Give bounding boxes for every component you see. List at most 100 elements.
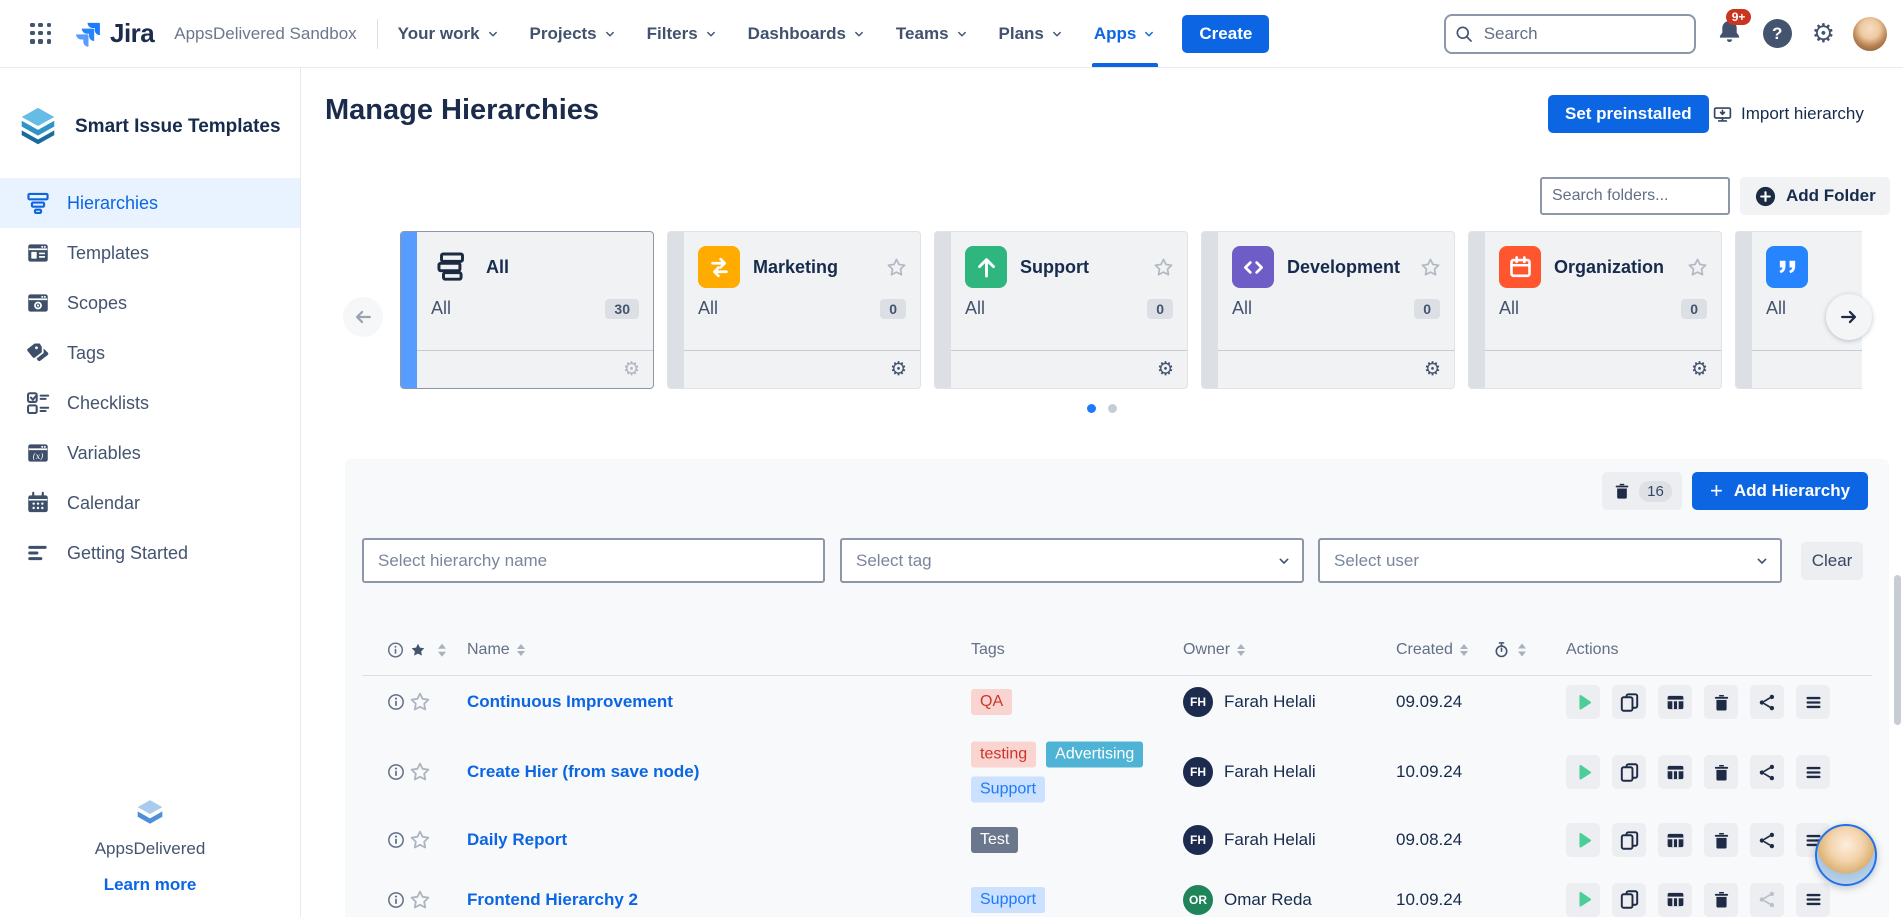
folder-card-marketing[interactable]: MarketingAll0⚙ — [667, 231, 921, 389]
favorite-star-icon[interactable] — [885, 256, 908, 279]
favorite-sort[interactable] — [431, 644, 446, 657]
nav-item-projects[interactable]: Projects — [530, 0, 617, 67]
folder-settings-icon[interactable]: ⚙ — [1424, 358, 1441, 381]
created-date: 09.08.24 — [1396, 830, 1462, 850]
run-button[interactable] — [1566, 685, 1600, 719]
settings-button[interactable]: ⚙ — [1812, 20, 1835, 47]
card-stripe — [1736, 232, 1752, 388]
clear-filters-button[interactable]: Clear — [1801, 542, 1863, 580]
folder-card-all[interactable]: AllAll30⚙ — [400, 231, 654, 389]
nav-item-apps[interactable]: Apps — [1094, 0, 1157, 67]
info-icon[interactable] — [386, 692, 406, 712]
delete-button[interactable] — [1704, 883, 1738, 917]
tag-select[interactable] — [840, 538, 1304, 583]
nav-item-plans[interactable]: Plans — [999, 0, 1064, 67]
favorite-star-icon[interactable] — [1419, 256, 1442, 279]
app-switcher-icon[interactable] — [30, 23, 52, 45]
folder-settings-icon[interactable]: ⚙ — [890, 358, 907, 381]
favorite-column-icon[interactable] — [409, 641, 427, 659]
table-button[interactable] — [1658, 883, 1692, 917]
hierarchy-name-link[interactable]: Daily Report — [467, 830, 567, 850]
carousel-next-button[interactable] — [1826, 294, 1872, 340]
add-folder-button[interactable]: Add Folder — [1740, 177, 1890, 215]
nav-item-your-work[interactable]: Your work — [398, 0, 500, 67]
column-owner[interactable]: Owner — [1183, 641, 1245, 659]
delete-button[interactable] — [1704, 755, 1738, 789]
search-input[interactable] — [1444, 14, 1696, 54]
delete-button[interactable] — [1704, 823, 1738, 857]
run-button[interactable] — [1566, 755, 1600, 789]
sidebar-item-getting-started[interactable]: Getting Started — [0, 528, 300, 578]
copy-button[interactable] — [1612, 685, 1646, 719]
table-button[interactable] — [1658, 823, 1692, 857]
favorite-star-icon[interactable] — [408, 828, 432, 852]
carousel-prev-button[interactable] — [343, 297, 383, 337]
hierarchy-name-link[interactable]: Frontend Hierarchy 2 — [467, 890, 638, 910]
table-button[interactable] — [1658, 755, 1692, 789]
column-created[interactable]: Created — [1396, 641, 1468, 659]
scrollbar[interactable] — [1894, 575, 1901, 725]
share-button[interactable] — [1750, 883, 1784, 917]
hierarchy-name-input[interactable] — [362, 538, 825, 583]
bulk-delete-button[interactable]: 16 — [1602, 472, 1682, 510]
share-button[interactable] — [1750, 685, 1784, 719]
support-chat-widget[interactable] — [1815, 824, 1877, 886]
run-button[interactable] — [1566, 883, 1600, 917]
sidebar-item-scopes[interactable]: Scopes — [0, 278, 300, 328]
create-button[interactable]: Create — [1182, 15, 1269, 53]
add-folder-label: Add Folder — [1786, 186, 1876, 206]
sidebar-item-templates[interactable]: Templates — [0, 228, 300, 278]
owner-avatar: FH — [1183, 825, 1213, 855]
run-button[interactable] — [1566, 823, 1600, 857]
menu-button[interactable] — [1796, 685, 1830, 719]
favorite-star-icon[interactable] — [408, 760, 432, 784]
learn-more-link[interactable]: Learn more — [0, 875, 300, 895]
user-avatar[interactable] — [1853, 17, 1887, 51]
copy-button[interactable] — [1612, 883, 1646, 917]
sidebar-item-calendar[interactable]: Calendar — [0, 478, 300, 528]
notifications-button[interactable]: 9+ — [1716, 18, 1743, 50]
user-select[interactable] — [1318, 538, 1782, 583]
folder-settings-icon[interactable]: ⚙ — [1157, 358, 1174, 381]
sidebar-item-tags[interactable]: Tags — [0, 328, 300, 378]
menu-button[interactable] — [1796, 883, 1830, 917]
delete-button[interactable] — [1704, 685, 1738, 719]
favorite-star-icon[interactable] — [408, 690, 432, 714]
nav-item-filters[interactable]: Filters — [647, 0, 718, 67]
import-hierarchy-button[interactable]: Import hierarchy — [1712, 95, 1864, 133]
sidebar-item-variables[interactable]: (x)Variables — [0, 428, 300, 478]
sidebar-item-hierarchies[interactable]: Hierarchies — [0, 178, 300, 228]
info-icon[interactable] — [386, 762, 406, 782]
copy-button[interactable] — [1612, 755, 1646, 789]
set-preinstalled-button[interactable]: Set preinstalled — [1548, 95, 1709, 133]
plus-icon: + — [1710, 480, 1723, 502]
folder-card-development[interactable]: DevelopmentAll0⚙ — [1201, 231, 1455, 389]
sidebar-item-checklists[interactable]: Checklists — [0, 378, 300, 428]
carousel-dot-1[interactable] — [1087, 404, 1096, 413]
help-button[interactable]: ? — [1763, 19, 1792, 48]
info-icon[interactable] — [386, 830, 406, 850]
favorite-star-icon[interactable] — [408, 888, 432, 912]
folder-search-input[interactable] — [1540, 177, 1730, 215]
share-button[interactable] — [1750, 823, 1784, 857]
folder-settings-icon[interactable]: ⚙ — [623, 358, 640, 381]
nav-item-teams[interactable]: Teams — [896, 0, 969, 67]
favorite-star-icon[interactable] — [1152, 256, 1175, 279]
info-icon[interactable] — [386, 890, 406, 910]
hierarchy-name-link[interactable]: Create Hier (from save node) — [467, 762, 699, 782]
share-button[interactable] — [1750, 755, 1784, 789]
nav-item-dashboards[interactable]: Dashboards — [748, 0, 866, 67]
jira-logo[interactable]: Jira — [74, 18, 154, 49]
hierarchy-name-link[interactable]: Continuous Improvement — [467, 692, 673, 712]
folder-card-organization[interactable]: OrganizationAll0⚙ — [1468, 231, 1722, 389]
table-button[interactable] — [1658, 685, 1692, 719]
carousel-dot-2[interactable] — [1108, 404, 1117, 413]
add-hierarchy-button[interactable]: + Add Hierarchy — [1692, 472, 1868, 510]
folder-card-support[interactable]: SupportAll0⚙ — [934, 231, 1188, 389]
copy-button[interactable] — [1612, 823, 1646, 857]
folder-settings-icon[interactable]: ⚙ — [1691, 358, 1708, 381]
column-updated[interactable] — [1492, 641, 1526, 660]
favorite-star-icon[interactable] — [1686, 256, 1709, 279]
menu-button[interactable] — [1796, 755, 1830, 789]
column-name[interactable]: Name — [467, 641, 525, 659]
